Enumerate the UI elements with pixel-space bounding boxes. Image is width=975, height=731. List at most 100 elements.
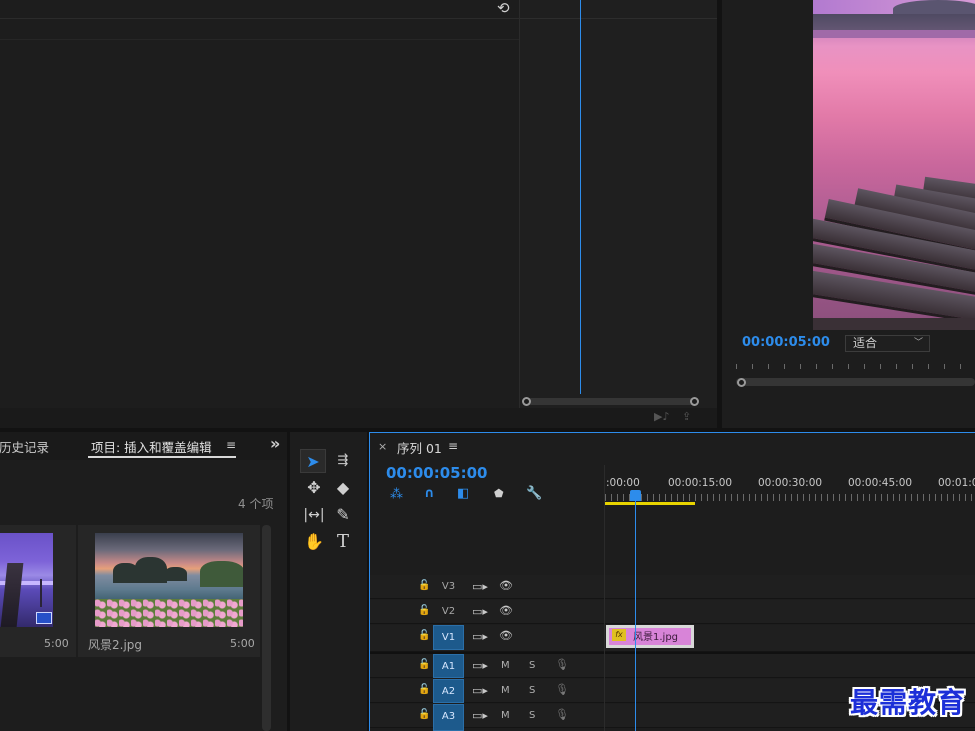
sync-lock-icon[interactable]: ▭▸: [472, 605, 488, 618]
program-timecode[interactable]: 00:00:05:00: [742, 335, 830, 350]
mute-button[interactable]: M: [501, 660, 510, 671]
eye-icon[interactable]: 👁: [499, 579, 513, 592]
tab-project[interactable]: 项目: 插入和覆盖编辑: [91, 437, 212, 456]
sync-lock-icon[interactable]: ▭▸: [472, 684, 488, 697]
fx-badge-icon: fx: [612, 629, 626, 641]
panel-bottom-bar: [0, 408, 717, 428]
track-name-a1[interactable]: A1: [433, 654, 464, 678]
pen-icon[interactable]: ✎: [330, 503, 356, 527]
program-time-ruler[interactable]: [736, 364, 975, 374]
track-name-a3[interactable]: A3: [433, 704, 464, 731]
export-icon[interactable]: ⇪: [682, 410, 691, 423]
clip-name: 风景1.jpg: [633, 632, 679, 643]
project-item-thumbnail[interactable]: [95, 533, 243, 627]
sync-lock-icon[interactable]: ▭▸: [472, 709, 488, 722]
ruler-label: 00:00:45:00: [848, 477, 913, 489]
ruler-label: 00:00:15:00: [668, 477, 733, 489]
effect-timeline-area: [520, 0, 717, 408]
timeline-playhead[interactable]: [630, 490, 641, 501]
panel-menu-icon[interactable]: ≡: [448, 439, 458, 453]
type-icon[interactable]: T: [330, 530, 356, 554]
chevron-down-icon: ﹀: [913, 338, 923, 348]
watermark-logo: 最需教育: [850, 686, 967, 719]
effect-zoom-scrollbar[interactable]: [527, 398, 695, 405]
thumb-rock: [165, 567, 187, 581]
project-scrollbar[interactable]: [262, 525, 271, 731]
track-select-forward-icon[interactable]: ⇶: [330, 449, 356, 473]
project-item-duration: 5:00: [44, 637, 69, 650]
project-item-duration: 5:00: [230, 637, 255, 650]
slip-icon[interactable]: |↔|: [301, 503, 327, 527]
mute-button[interactable]: M: [501, 685, 510, 696]
lock-icon[interactable]: 🔓: [418, 580, 430, 591]
lock-icon[interactable]: 🔓: [418, 709, 430, 720]
eye-icon[interactable]: 👁: [499, 604, 513, 617]
nest-sequence-icon[interactable]: ⁂: [390, 487, 403, 502]
lock-icon[interactable]: 🔓: [418, 605, 430, 616]
pier-plank: [813, 318, 975, 330]
lock-icon[interactable]: 🔓: [418, 684, 430, 695]
timeline-playhead-line[interactable]: [635, 490, 636, 731]
linked-selection-icon[interactable]: ◧: [457, 486, 469, 501]
panel-menu-icon[interactable]: ≡: [226, 438, 236, 452]
hand-icon[interactable]: ✋: [301, 530, 327, 554]
timeline-empty-area: [370, 507, 975, 574]
solo-button[interactable]: S: [529, 660, 535, 671]
clip-body: fx 风景1.jpg: [609, 628, 691, 645]
scrollbar-right-handle[interactable]: [690, 397, 699, 406]
solo-button[interactable]: S: [529, 710, 535, 721]
ripple-edit-icon[interactable]: ✥: [301, 476, 327, 500]
selection-tool-icon[interactable]: ➤: [300, 449, 326, 473]
scrollbar-left-handle[interactable]: [737, 378, 746, 387]
ruler-ticks: [605, 494, 975, 501]
sequence-tab-title[interactable]: 序列 01: [397, 438, 442, 457]
lock-icon[interactable]: 🔓: [418, 630, 430, 641]
thumb-flowers: [95, 599, 243, 627]
ruler-label: 00:00:30:00: [758, 477, 823, 489]
panel-divider: [0, 18, 519, 19]
sync-lock-icon[interactable]: ▭▸: [472, 580, 488, 593]
fit-zoom-select[interactable]: 适合 ﹀: [845, 335, 930, 352]
reset-icon[interactable]: ⟲: [497, 0, 510, 17]
work-area-bar[interactable]: [605, 502, 695, 505]
sync-lock-icon[interactable]: ▭▸: [472, 659, 488, 672]
fit-zoom-value: 适合: [853, 336, 878, 350]
wrench-settings-icon[interactable]: 🔧: [526, 486, 542, 501]
panel-divider: [520, 18, 717, 19]
program-video-frame: [813, 0, 975, 330]
lock-icon[interactable]: 🔓: [418, 659, 430, 670]
add-marker-icon[interactable]: ⬟: [494, 487, 504, 500]
snap-magnet-icon[interactable]: ∩: [424, 486, 435, 501]
panel-divider: [0, 39, 519, 40]
microphone-icon[interactable]: 🎙: [555, 708, 569, 721]
export-frame-icon[interactable]: ▶♪: [654, 410, 669, 423]
thumb-post: [40, 579, 42, 607]
project-item-name: 风景2.jpg: [88, 638, 143, 652]
track-name-v3[interactable]: V3: [433, 575, 464, 599]
razor-icon[interactable]: ◆: [330, 476, 356, 500]
expand-panels-icon[interactable]: »: [270, 434, 280, 453]
program-zoom-scrollbar[interactable]: [736, 378, 975, 386]
sequence-badge-icon: [36, 612, 52, 624]
track-name-a2[interactable]: A2: [433, 679, 464, 703]
ruler-label: :00:00: [606, 477, 640, 489]
thumb-rock: [135, 557, 167, 583]
effect-playhead[interactable]: [580, 0, 581, 394]
track-header-divider: [604, 465, 605, 731]
tab-history[interactable]: 历史记录: [0, 437, 49, 456]
mute-button[interactable]: M: [501, 710, 510, 721]
eye-icon[interactable]: 👁: [499, 629, 513, 642]
timeline-timecode[interactable]: 00:00:05:00: [386, 464, 488, 482]
thumb-cliff: [200, 561, 243, 587]
sync-lock-icon[interactable]: ▭▸: [472, 630, 488, 643]
active-tab-indicator: [88, 456, 236, 458]
scrollbar-left-handle[interactable]: [522, 397, 531, 406]
track-name-v2[interactable]: V2: [433, 600, 464, 624]
microphone-icon[interactable]: 🎙: [555, 683, 569, 696]
close-icon[interactable]: ×: [378, 440, 387, 453]
solo-button[interactable]: S: [529, 685, 535, 696]
timeline-clip[interactable]: fx 风景1.jpg: [606, 625, 694, 648]
microphone-icon[interactable]: 🎙: [555, 658, 569, 671]
track-name-v1[interactable]: V1: [433, 625, 464, 650]
video-waterline: [813, 30, 975, 38]
